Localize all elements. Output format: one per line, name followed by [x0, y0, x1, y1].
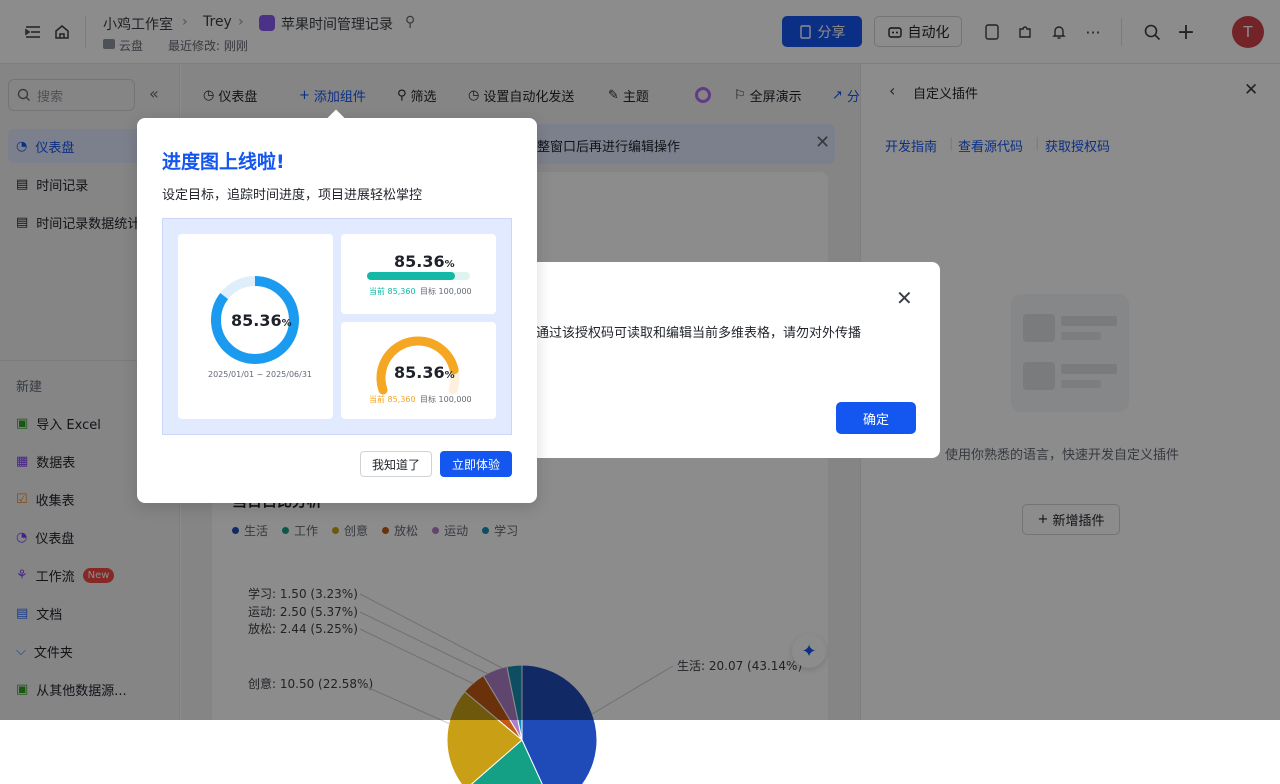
feature-announcement-popup: 进度图上线啦! 设定目标，追踪时间进度，项目进展轻松掌控 85.36% 2025…: [137, 109, 537, 503]
ring-card: 85.36% 2025/01/01 ~ 2025/06/31: [178, 234, 333, 419]
preview-image: 85.36% 2025/01/01 ~ 2025/06/31 85.36% 当前…: [162, 218, 512, 435]
dialog-text: 通过该授权码可读取和编辑当前多维表格，请勿对外传播: [536, 326, 862, 341]
dismiss-button[interactable]: 我知道了: [360, 451, 432, 477]
close-icon[interactable]: ✕: [896, 286, 913, 310]
popup-subtitle: 设定目标，追踪时间进度，项目进展轻松掌控: [162, 188, 423, 203]
confirm-button[interactable]: 确定: [836, 402, 916, 434]
progress-bar-fill: [367, 272, 455, 280]
date-range: 2025/01/01 ~ 2025/06/31: [208, 370, 313, 379]
ring-value: 85.36: [231, 311, 282, 330]
gauge-card: 85.36% 当前 85,360 目标 100,000: [341, 322, 496, 419]
try-now-button[interactable]: 立即体验: [440, 451, 512, 477]
popup-title: 进度图上线啦!: [162, 151, 285, 173]
bar-card: 85.36% 当前 85,360 目标 100,000: [341, 234, 496, 314]
